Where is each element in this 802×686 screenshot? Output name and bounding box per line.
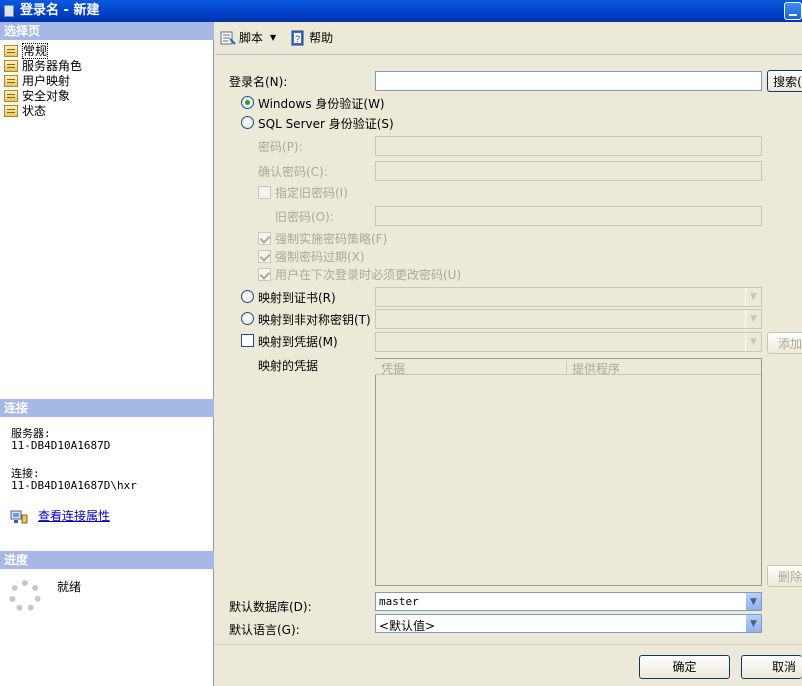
connection-header: 连接	[0, 399, 214, 417]
map-credential-checkbox[interactable]	[241, 334, 254, 347]
default-db-select[interactable]: master ▼	[375, 592, 762, 611]
page-icon	[4, 90, 18, 102]
server-value: 11-DB4D10A1687D	[11, 439, 111, 452]
enforce-expiration-checkbox[interactable]	[258, 250, 271, 263]
grid-header: 凭据 提供程序	[375, 359, 761, 377]
nav-item-label: 用户映射	[22, 74, 71, 88]
page-icon	[4, 60, 18, 72]
nav-item-label: 服务器角色	[22, 59, 83, 73]
progress-header: 进度	[0, 551, 214, 569]
chevron-down-icon: ▼	[745, 333, 761, 351]
select-page-header: 选择页	[0, 22, 214, 40]
ok-button[interactable]: 确定	[639, 655, 730, 679]
script-icon	[220, 31, 236, 45]
default-lang-value: <默认值>	[379, 619, 436, 633]
map-asym-key-radio[interactable]	[241, 312, 254, 325]
sql-auth-label: SQL Server 身份验证(S)	[258, 117, 394, 131]
chevron-down-icon: ▼	[745, 615, 761, 632]
chevron-down-icon: ▼	[270, 33, 277, 42]
nav-item-label: 状态	[22, 104, 47, 118]
login-name-label: 登录名(N):	[229, 75, 288, 89]
script-button[interactable]: 脚本 ▼	[220, 26, 276, 50]
remove-button[interactable]: 删除	[767, 565, 802, 587]
old-password-field[interactable]	[375, 206, 762, 226]
page-icon	[4, 75, 18, 87]
column-divider	[566, 361, 567, 373]
progress-status: 就绪	[57, 580, 82, 594]
specify-old-password-label: 指定旧密码(I)	[275, 186, 348, 200]
svg-text:?: ?	[295, 34, 300, 44]
window-icon	[4, 5, 14, 17]
script-label: 脚本	[239, 31, 264, 45]
nav-item-label: 安全对象	[22, 89, 71, 103]
toolbar-divider	[215, 54, 802, 55]
help-icon: ?	[291, 30, 304, 46]
old-password-label: 旧密码(O):	[275, 210, 334, 224]
toolbar: 脚本 ▼ ? 帮助	[220, 26, 333, 50]
view-connection-properties-link[interactable]: 查看连接属性	[38, 507, 110, 524]
progress-spinner-icon	[9, 580, 41, 612]
default-lang-label: 默认语言(G):	[229, 623, 300, 637]
nav-item-status[interactable]: 状态	[4, 104, 46, 119]
enforce-policy-checkbox[interactable]	[258, 232, 271, 245]
map-cert-label: 映射到证书(R)	[258, 291, 336, 305]
cert-dropdown[interactable]: ▼	[375, 287, 762, 307]
login-name-input[interactable]	[375, 71, 762, 91]
enforce-policy-label: 强制实施密码策略(F)	[275, 232, 388, 246]
map-asym-key-label: 映射到非对称密钥(T)	[258, 313, 371, 327]
connection-value: 11-DB4D10A1687D\hxr	[11, 479, 137, 492]
connection-properties-icon	[10, 510, 28, 524]
search-button[interactable]: 搜索(	[767, 70, 802, 92]
chevron-down-icon: ▼	[745, 288, 761, 306]
credential-dropdown[interactable]: ▼	[375, 332, 762, 352]
nav-item-general[interactable]: 常规	[4, 43, 49, 59]
help-button[interactable]: ? 帮助	[290, 26, 333, 50]
help-label: 帮助	[309, 31, 334, 45]
sql-auth-radio[interactable]	[241, 116, 254, 129]
password-field[interactable]	[375, 136, 762, 156]
password-label: 密码(P):	[258, 140, 303, 154]
confirm-password-label: 确认密码(C):	[258, 165, 328, 179]
page-icon	[4, 105, 18, 117]
default-db-value: master	[379, 595, 419, 608]
add-button[interactable]: 添加	[767, 332, 802, 354]
nav-item-user-mapping[interactable]: 用户映射	[4, 74, 70, 89]
specify-old-password-checkbox[interactable]	[258, 186, 271, 199]
chevron-down-icon: ▼	[745, 310, 761, 328]
windows-auth-radio[interactable]	[241, 96, 254, 109]
page-icon	[4, 45, 18, 57]
map-cert-radio[interactable]	[241, 290, 254, 303]
minimize-button[interactable]	[784, 2, 802, 20]
default-lang-select[interactable]: <默认值> ▼	[375, 614, 762, 633]
confirm-password-field[interactable]	[375, 161, 762, 181]
enforce-expiration-label: 强制密码过期(X)	[275, 250, 365, 264]
must-change-checkbox[interactable]	[258, 268, 271, 281]
mapped-credentials-label: 映射的凭据	[258, 359, 319, 373]
must-change-label: 用户在下次登录时必须更改密码(U)	[275, 268, 462, 282]
window-title: 登录名 - 新建	[20, 3, 100, 18]
asym-key-dropdown[interactable]: ▼	[375, 309, 762, 329]
cancel-button[interactable]: 取消	[741, 655, 802, 679]
mapped-credentials-grid[interactable]	[375, 358, 762, 586]
title-bar: 登录名 - 新建	[0, 0, 802, 22]
default-db-label: 默认数据库(D):	[229, 600, 312, 614]
map-credential-label: 映射到凭据(M)	[258, 335, 338, 349]
grid-col-provider[interactable]: 提供程序	[572, 360, 620, 377]
grid-col-credential[interactable]: 凭据	[381, 360, 405, 377]
nav-item-label: 常规	[22, 43, 49, 59]
nav-item-server-roles[interactable]: 服务器角色	[4, 59, 82, 74]
nav-item-securables[interactable]: 安全对象	[4, 89, 70, 104]
windows-auth-label: Windows 身份验证(W)	[258, 97, 385, 111]
chevron-down-icon: ▼	[745, 593, 761, 610]
